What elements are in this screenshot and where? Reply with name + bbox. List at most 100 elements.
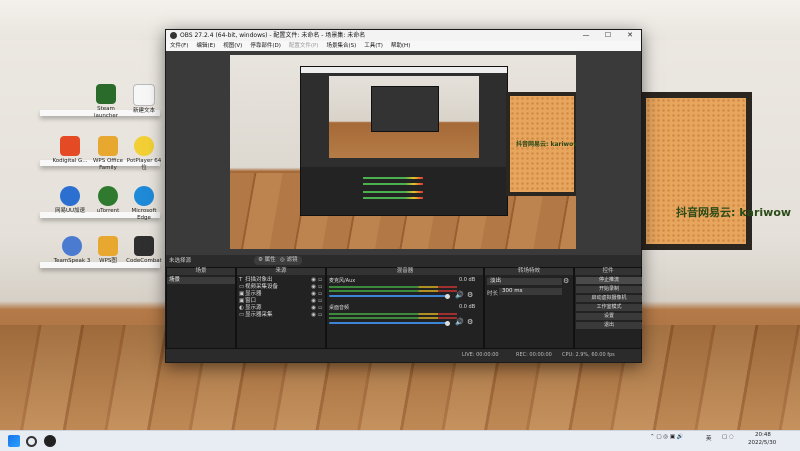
cpu-status: CPU: 2.9%, 60.00 fps	[562, 352, 615, 358]
sources-dock: 来源 T 扫描对象出 ◉ ▫ ▭视频采集设备 ◉ ▫ ▣显示器 ◉ ▫ ▣窗口 ◉ ▫ ◐显示源 ◉…	[236, 267, 326, 358]
source-item[interactable]: ◐显示源 ◉ ▫	[239, 305, 322, 311]
obs-window[interactable]: OBS 27.2.4 (64-bit, windows) - 配置文件: 未命名…	[165, 29, 642, 363]
channel-name: 麦克风/Aux	[329, 278, 356, 284]
docks-row: 场景 场景 + − ⌃ ⌄ 来源 T扫描对象出◉▫ ▭视频采集设备◉▫ ▣显示器…	[166, 267, 642, 362]
app-icon	[60, 136, 80, 156]
title-bar[interactable]: OBS 27.2.4 (64-bit, windows) - 配置文件: 未命名…	[166, 30, 641, 41]
menu-help[interactable]: 帮助(H)	[387, 41, 414, 51]
volume-slider[interactable]	[329, 293, 450, 299]
lock-icon[interactable]: ▫	[318, 284, 322, 290]
menu-tools[interactable]: 工具(T)	[360, 41, 387, 51]
lock-icon[interactable]: ▫	[318, 277, 322, 283]
desktop-icon[interactable]: PotPlayer 64 位	[124, 136, 164, 172]
transitions-dock-title: 转场特效	[485, 268, 573, 275]
source-item[interactable]: T 扫描对象出 ◉ ▫	[239, 277, 322, 283]
board-caption: 抖音网易云: kariwow	[676, 206, 792, 219]
source-item[interactable]: ▣窗口 ◉ ▫	[239, 298, 322, 304]
controls-dock: 控件 停止推流 开始录制 启动虚拟摄像机 工作室模式 设置 退出	[574, 267, 642, 349]
duration-input[interactable]: 300 ms	[499, 288, 562, 295]
mixer-channel: 桌面音频 0.0 dB 🔊 ⚙	[329, 304, 481, 326]
source-item[interactable]: ▭视频采集设备 ◉ ▫	[239, 284, 322, 290]
windows-start-icon[interactable]	[8, 435, 20, 447]
eye-icon[interactable]: ◉	[311, 284, 316, 290]
source-item[interactable]: ▣显示器 ◉ ▫	[239, 291, 322, 297]
desktop-icon[interactable]: TeamSpeak 3	[52, 236, 92, 265]
preview-area[interactable]: 抖音网易云: kariwow	[166, 51, 641, 255]
slider-knob[interactable]	[445, 320, 450, 326]
edge-icon	[134, 186, 154, 206]
filters-button[interactable]: ◎ 滤镜	[276, 256, 302, 265]
sources-dock-title: 来源	[237, 268, 325, 275]
audio-mixer-dock: 混音器 麦克风/Aux 0.0 dB 🔊 ⚙ 桌面音频 0.0 dB 🔊 ⚙	[326, 267, 484, 349]
file-icon	[133, 84, 155, 106]
gear-icon[interactable]: ⚙	[467, 291, 473, 299]
minimize-button[interactable]: —	[575, 30, 597, 41]
obs-taskbar-icon[interactable]	[44, 435, 56, 447]
maximize-button[interactable]: ☐	[597, 30, 619, 41]
stop-streaming-button[interactable]: 停止推流	[576, 277, 642, 284]
mixer-dock-title: 混音器	[327, 268, 483, 275]
input-method-indicator[interactable]: 英	[706, 434, 712, 442]
window-title: OBS 27.2.4 (64-bit, windows) - 配置文件: 未命名…	[180, 32, 366, 39]
tray-icons: ⌃ ▢ ◎ ▣ 🔊	[650, 434, 684, 440]
app-icon	[98, 136, 118, 156]
speaker-icon[interactable]: 🔊	[455, 318, 464, 326]
volume-slider[interactable]	[329, 320, 450, 326]
slider-knob[interactable]	[445, 293, 450, 299]
transition-select[interactable]: 淡出	[487, 278, 562, 285]
search-icon[interactable]	[26, 436, 37, 447]
start-virtual-camera-button[interactable]: 启动虚拟摄像机	[576, 295, 642, 302]
desktop-icon[interactable]: Kodigital G...	[50, 136, 90, 165]
status-bar: LIVE: 00:00:00 REC: 00:00:00 CPU: 2.9%, …	[166, 350, 641, 361]
settings-button[interactable]: 设置	[576, 313, 642, 320]
desktop-icon[interactable]: WPS图	[88, 236, 128, 265]
rec-status: REC: 00:00:00	[516, 352, 552, 358]
desktop-icon[interactable]: Steam launcher	[86, 84, 126, 120]
source-item[interactable]: ▭显示器采集 ◉ ▫	[239, 312, 322, 318]
lock-icon[interactable]: ▫	[318, 291, 322, 297]
desktop-icon[interactable]: 网易UU加速	[50, 186, 90, 215]
eye-icon[interactable]: ◉	[311, 277, 316, 283]
clock-time[interactable]: 20:48	[755, 432, 771, 438]
gear-icon[interactable]: ⚙	[563, 277, 569, 285]
app-icon	[98, 236, 118, 256]
volume-meter	[329, 313, 457, 315]
gear-icon[interactable]: ⚙	[467, 318, 473, 326]
volume-meter	[329, 286, 457, 288]
close-button[interactable]: ✕	[619, 30, 641, 41]
app-icon	[98, 186, 118, 206]
menu-file[interactable]: 文件(F)	[166, 41, 192, 51]
desktop-icon[interactable]: 新建文本	[124, 84, 164, 115]
speaker-icon[interactable]: 🔊	[455, 291, 464, 299]
eye-icon[interactable]: ◉	[311, 312, 316, 318]
start-recording-button[interactable]: 开始录制	[576, 286, 642, 293]
desktop-icon[interactable]: uTorrent	[88, 186, 128, 215]
studio-mode-button[interactable]: 工作室模式	[576, 304, 642, 311]
cork-board	[640, 92, 752, 250]
menu-docks[interactable]: 停靠部件(D)	[246, 41, 285, 51]
desktop-icon[interactable]: CodeCombat	[124, 236, 164, 265]
app-icon	[96, 84, 116, 104]
desktop-icon[interactable]: WPS Office Family	[88, 136, 128, 172]
eye-icon[interactable]: ◉	[311, 298, 316, 304]
app-icon	[134, 136, 154, 156]
menu-view[interactable]: 视图(V)	[219, 41, 246, 51]
lock-icon[interactable]: ▫	[318, 312, 322, 318]
eye-icon[interactable]: ◉	[311, 291, 316, 297]
live-status: LIVE: 00:00:00	[462, 352, 499, 358]
menu-edit[interactable]: 编辑(E)	[192, 41, 219, 51]
exit-button[interactable]: 退出	[576, 322, 642, 329]
preview-canvas[interactable]: 抖音网易云: kariwow	[230, 55, 576, 249]
scene-item[interactable]: 场景	[167, 277, 235, 284]
eye-icon[interactable]: ◉	[311, 305, 316, 311]
desktop-icon[interactable]: Microsoft Edge	[124, 186, 164, 222]
nested-obs-preview	[300, 66, 508, 216]
scenes-dock: 场景 场景 + − ⌃ ⌄	[166, 267, 236, 358]
lock-icon[interactable]: ▫	[318, 298, 322, 304]
volume-meter	[329, 290, 457, 292]
lock-icon[interactable]: ▫	[318, 305, 322, 311]
clock-date[interactable]: 2022/5/30	[748, 440, 776, 446]
menu-profile[interactable]: 配置文件(P)	[285, 41, 323, 51]
app-icon	[62, 236, 82, 256]
menu-scene-collection[interactable]: 场景集合(S)	[322, 41, 360, 51]
